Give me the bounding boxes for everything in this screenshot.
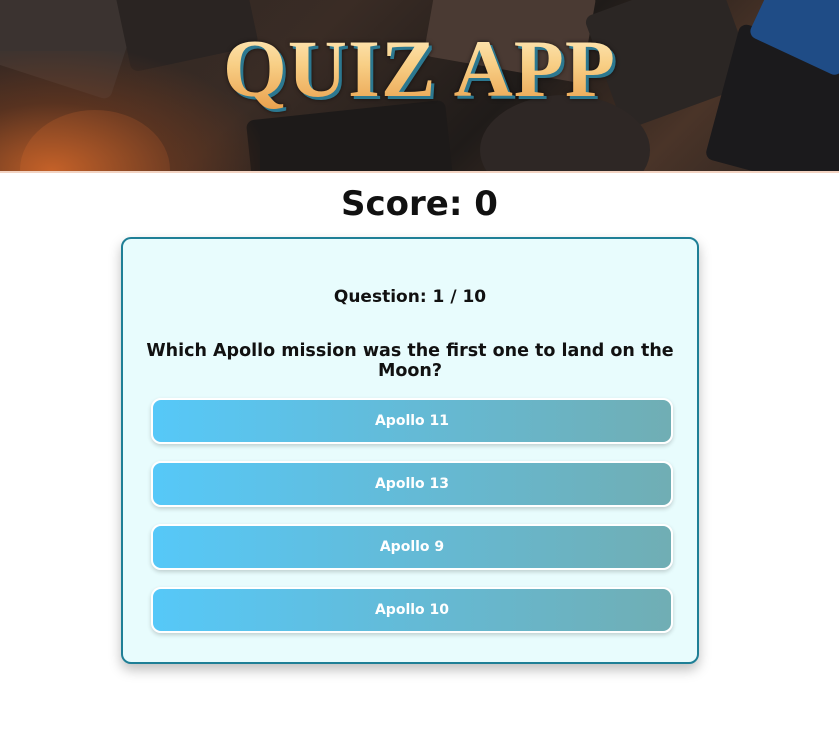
score-label: Score:: [341, 184, 463, 224]
quiz-card: Question: 1 / 10 Which Apollo mission wa…: [121, 237, 699, 664]
question-text: Which Apollo mission was the first one t…: [146, 341, 674, 381]
header-banner: QUIZ APP: [0, 0, 839, 173]
question-counter-label: Question:: [333, 287, 427, 307]
score-display: Score: 0: [0, 182, 839, 226]
answer-option-button[interactable]: Apollo 11: [151, 398, 673, 444]
answer-option-button[interactable]: Apollo 9: [151, 524, 673, 570]
answer-options: Apollo 11 Apollo 13 Apollo 9 Apollo 10: [151, 398, 673, 650]
answer-option-button[interactable]: Apollo 10: [151, 587, 673, 633]
question-total: 10: [462, 287, 487, 307]
answer-option-button[interactable]: Apollo 13: [151, 461, 673, 507]
question-current: 1: [432, 287, 445, 307]
app-title: QUIZ APP: [0, 22, 839, 116]
question-separator: /: [450, 287, 457, 307]
score-value: 0: [474, 184, 498, 224]
question-counter: Question: 1 / 10: [123, 287, 697, 307]
